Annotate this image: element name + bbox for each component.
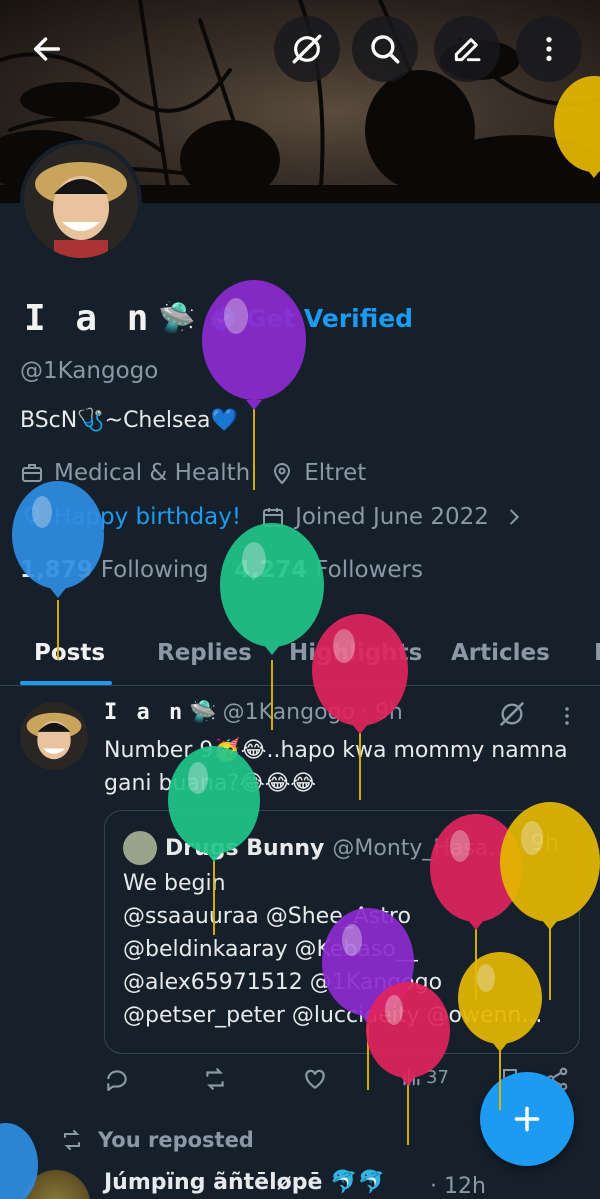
post-time: · 9h [360, 700, 403, 725]
bio-emoji: 🩺 [77, 408, 105, 433]
following-label: Following [100, 557, 209, 583]
compose-button[interactable] [480, 1072, 574, 1166]
tab-posts[interactable]: Posts [34, 620, 105, 686]
views-icon [403, 1068, 420, 1086]
profile-meta-row: Medical & Health Eltret [20, 460, 366, 486]
search-button[interactable] [352, 16, 418, 82]
balloon-icon [20, 505, 44, 529]
views-count: 37 [426, 1066, 449, 1088]
followers-link[interactable]: 4,274 Followers [234, 557, 423, 583]
next-post-time: · 12h [430, 1174, 486, 1199]
back-arrow-icon [33, 37, 61, 61]
bio-emoji: 💙 [210, 408, 238, 433]
quote-line: @petser_peter @luccideity @owenn... [123, 1003, 543, 1028]
next-post-author[interactable]: Júmpïng ãñtēløpē 🐬🐬 [104, 1170, 385, 1195]
following-link[interactable]: 1,879 Following [20, 557, 208, 583]
quote-line: We begin [123, 871, 226, 896]
like-button[interactable] [302, 1066, 328, 1092]
profile-avatar[interactable] [20, 140, 142, 262]
tab-replies[interactable]: Replies [157, 620, 252, 686]
avatar-image [20, 702, 88, 770]
grok-icon [292, 34, 322, 64]
search-icon [371, 35, 400, 64]
more-vertical-icon [546, 37, 552, 61]
quote-author-handle: @Monty_Hasa... [332, 835, 510, 861]
followers-count: 4,274 [234, 557, 308, 583]
verified-badge-icon [210, 305, 235, 332]
post-text: Number 9🥳😂..hapo kwa mommy namna gani bu… [104, 738, 568, 796]
quote-line: @beldinkaaray @Kebaso__ [123, 937, 418, 962]
post-author-emoji: 🛸 [189, 700, 217, 725]
quote-line: @ssaauuraa @Shee_Astro [123, 904, 411, 929]
tab-highlights[interactable]: Highlights [289, 620, 422, 686]
edit-icon [454, 38, 481, 62]
post-author-handle[interactable]: @1Kangogo [223, 700, 355, 725]
repost-icon [206, 1068, 224, 1090]
bio-text: BScN [20, 408, 78, 433]
more-button[interactable] [516, 16, 582, 82]
repost-icon [64, 1130, 80, 1150]
repost-label: You reposted [98, 1128, 254, 1152]
following-count: 1,879 [20, 557, 93, 583]
profile-meta-row-2: Happy birthday! Joined June 2022 [20, 504, 535, 530]
quote-author-name: Drugs Bunny [165, 835, 325, 861]
profile-tabs: Posts Replies Highlights Articles M [0, 620, 600, 686]
profile-joined: Joined June 2022 [295, 504, 489, 530]
grok-button[interactable] [274, 16, 340, 82]
chevron-right-icon[interactable] [503, 506, 525, 528]
quoted-post[interactable]: Drugs Bunny @Monty_Hasa... 9h We begin @… [104, 810, 580, 1054]
name-emoji: 🛸 [158, 301, 196, 336]
followers-label: Followers [315, 557, 423, 583]
get-verified-link[interactable]: Get Verified [246, 304, 413, 333]
quote-line: @alex65971512 @1Kangogo [123, 970, 443, 995]
avatar-image [24, 144, 138, 258]
bio-text: ~Chelsea [104, 408, 211, 433]
tab-articles[interactable]: Articles [451, 620, 550, 686]
back-button[interactable] [14, 16, 80, 82]
profile-display-name: I a n [24, 298, 153, 339]
post-avatar[interactable] [20, 702, 88, 770]
edit-button[interactable] [434, 16, 500, 82]
tab-media[interactable]: M [594, 620, 600, 686]
grok-icon[interactable] [498, 700, 526, 732]
post-header: I a n 🛸 @1Kangogo · 9h [104, 700, 403, 725]
profile-birthday[interactable]: Happy birthday! [54, 504, 241, 530]
views-button[interactable]: 37 [400, 1066, 449, 1088]
post-author-name[interactable]: I a n [104, 700, 185, 725]
quote-avatar [123, 831, 157, 865]
like-icon [305, 1069, 325, 1089]
follow-stats: 1,879 Following 4,274 Followers [20, 557, 423, 583]
plus-icon [514, 1106, 540, 1132]
next-post-avatar[interactable] [22, 1170, 90, 1199]
quote-header: Drugs Bunny @Monty_Hasa... [123, 831, 509, 865]
post-more-icon[interactable] [555, 702, 579, 734]
profile-handle: @1Kangogo [20, 358, 159, 384]
quote-time: 9h [531, 831, 559, 856]
profile-name-row: I a n 🛸 Get Verified [24, 298, 413, 339]
location-icon [270, 461, 294, 485]
profile-bio: BScN 🩺 ~Chelsea 💙 [20, 408, 238, 433]
reply-button[interactable] [104, 1066, 130, 1092]
repost-indicator: You reposted [60, 1128, 254, 1152]
active-tab-indicator [20, 681, 112, 685]
profile-category: Medical & Health [54, 460, 251, 486]
repost-button[interactable] [202, 1066, 228, 1092]
reply-icon [107, 1070, 127, 1091]
calendar-icon [261, 505, 285, 529]
profile-location: Eltret [304, 460, 367, 486]
briefcase-icon [20, 461, 44, 485]
